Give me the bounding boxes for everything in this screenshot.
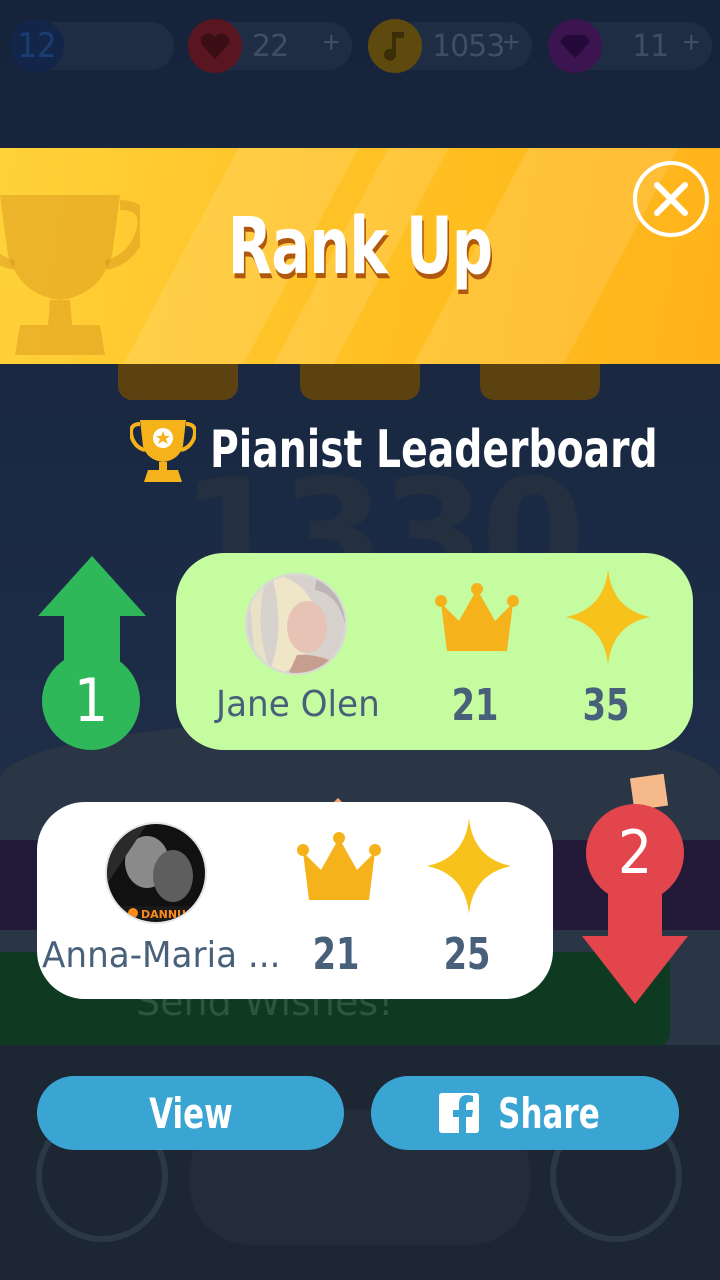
avatar [245, 573, 347, 675]
star-icon [566, 569, 650, 665]
lives-pill: 22 + [188, 19, 352, 73]
level-badge: 12 [10, 19, 64, 73]
status-bar: 12 22 + 1053 + 11 + [0, 0, 720, 92]
banner-tab [300, 364, 420, 400]
rank-card-anna-maria: DANNU Anna-Maria ... 21 25 [37, 802, 553, 999]
banner-tab [480, 364, 600, 400]
crown-icon [435, 583, 519, 651]
trophy-icon [130, 420, 196, 482]
leaderboard-title: Pianist Leaderboard [210, 420, 658, 480]
rank-card-jane-olen: Jane Olen 21 35 [176, 553, 693, 750]
close-icon [654, 182, 688, 216]
level-pill: 12 [10, 19, 174, 73]
banner-tab [118, 364, 238, 400]
notes-pill: 1053 + [368, 19, 532, 73]
star-count: 25 [443, 929, 491, 980]
leaderboard-heading: Pianist Leaderboard [130, 410, 720, 490]
facebook-icon [439, 1093, 480, 1133]
dialog-title: Rank Up [227, 202, 493, 292]
crown-count: 21 [451, 680, 499, 731]
share-button-label: Share [498, 1088, 600, 1138]
add-gems-icon[interactable]: + [682, 26, 700, 60]
diamond-icon [548, 19, 602, 73]
notes-count: 1053 [432, 28, 505, 64]
close-button[interactable] [633, 161, 709, 237]
avatar: DANNU [105, 822, 207, 924]
avatar-watermark: DANNU [141, 908, 186, 921]
player-name: Anna-Maria ... [42, 935, 281, 976]
crown-icon [297, 832, 381, 900]
star-icon [427, 818, 511, 914]
music-note-icon [368, 19, 422, 73]
gems-pill: 11 + [548, 19, 712, 73]
view-button[interactable]: View [37, 1076, 344, 1150]
rank-1-badge: 1 [42, 652, 140, 750]
add-notes-icon[interactable]: + [502, 26, 520, 60]
add-lives-icon[interactable]: + [322, 26, 340, 60]
view-button-label: View [148, 1088, 233, 1138]
share-button[interactable]: Share [371, 1076, 679, 1150]
star-count: 35 [582, 680, 630, 731]
player-name: Jane Olen [216, 684, 380, 725]
rank-2-badge: 2 [586, 804, 684, 902]
crown-count: 21 [312, 929, 360, 980]
gems-count: 11 [632, 28, 669, 64]
heart-icon [188, 19, 242, 73]
lives-count: 22 [252, 28, 289, 64]
